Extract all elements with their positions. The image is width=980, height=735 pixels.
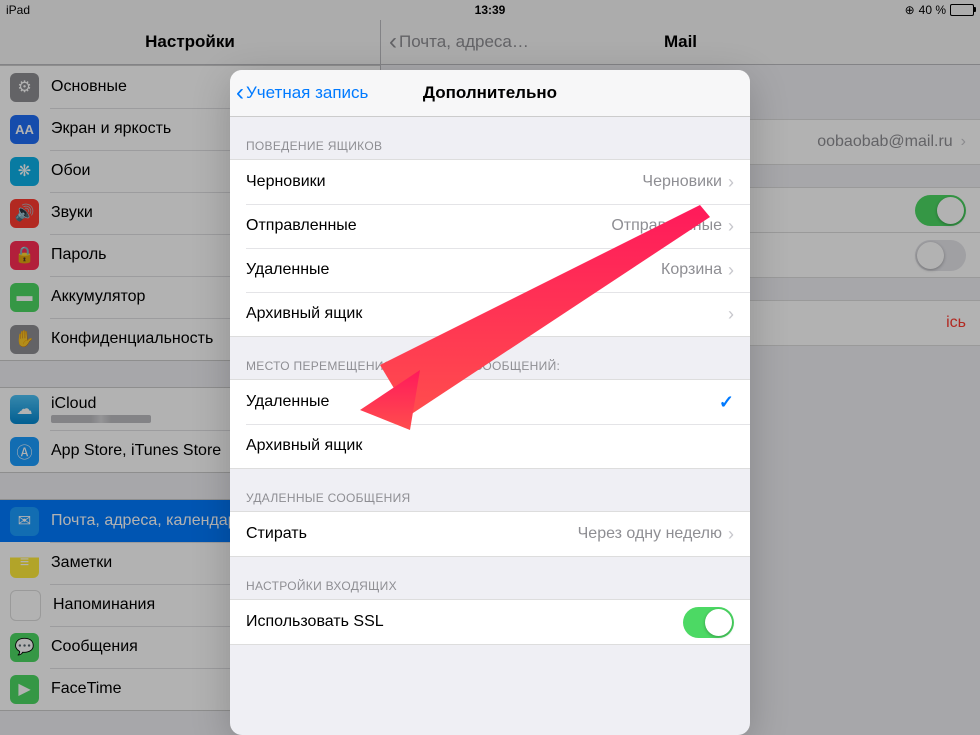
chevron-right-icon: › xyxy=(728,216,734,237)
section-header-discard: Место перемещения ненужных сообщений: xyxy=(230,337,750,379)
mailbox-label: Архивный ящик xyxy=(246,305,362,323)
section-header-mailbox: Поведение ящиков xyxy=(230,117,750,159)
chevron-right-icon: › xyxy=(728,260,734,281)
ssl-row[interactable]: Использовать SSL xyxy=(230,600,750,644)
discard-label: Архивный ящик xyxy=(246,437,362,455)
mailbox-label: Черновики xyxy=(246,173,326,191)
modal-back-label: Учетная запись xyxy=(246,83,368,103)
mailbox-row-2[interactable]: Удаленные Корзина › xyxy=(230,248,750,292)
ssl-label: Использовать SSL xyxy=(246,613,384,631)
mailbox-row-0[interactable]: Черновики Черновики › xyxy=(230,160,750,204)
mailbox-label: Отправленные xyxy=(246,217,357,235)
mailbox-value: Корзина xyxy=(661,261,722,279)
modal-back-button[interactable]: ‹ Учетная запись xyxy=(236,81,368,105)
chevron-left-icon: ‹ xyxy=(236,81,244,105)
section-header-incoming: Настройки входящих xyxy=(230,557,750,599)
modal-header: ‹ Учетная запись Дополнительно xyxy=(230,70,750,117)
section-header-deleted: Удаленные сообщения xyxy=(230,469,750,511)
mailbox-value: Отправленные xyxy=(611,217,722,235)
mailbox-row-1[interactable]: Отправленные Отправленные › xyxy=(230,204,750,248)
mailbox-value: Черновики xyxy=(642,173,722,191)
discard-label: Удаленные xyxy=(246,393,329,411)
remove-label: Стирать xyxy=(246,525,307,543)
remove-row[interactable]: Стирать Через одну неделю › xyxy=(230,512,750,556)
ssl-switch[interactable] xyxy=(683,607,734,638)
chevron-right-icon: › xyxy=(728,524,734,545)
chevron-right-icon: › xyxy=(728,172,734,193)
mailbox-row-3[interactable]: Архивный ящик › xyxy=(230,292,750,336)
discard-row-1[interactable]: Архивный ящик xyxy=(230,424,750,468)
chevron-right-icon: › xyxy=(728,304,734,325)
discard-row-0[interactable]: Удаленные ✓ xyxy=(230,380,750,424)
mailbox-label: Удаленные xyxy=(246,261,329,279)
advanced-modal: ‹ Учетная запись Дополнительно Поведение… xyxy=(230,70,750,735)
remove-value: Через одну неделю xyxy=(578,525,722,543)
modal-title: Дополнительно xyxy=(423,83,557,103)
check-icon: ✓ xyxy=(719,392,734,413)
